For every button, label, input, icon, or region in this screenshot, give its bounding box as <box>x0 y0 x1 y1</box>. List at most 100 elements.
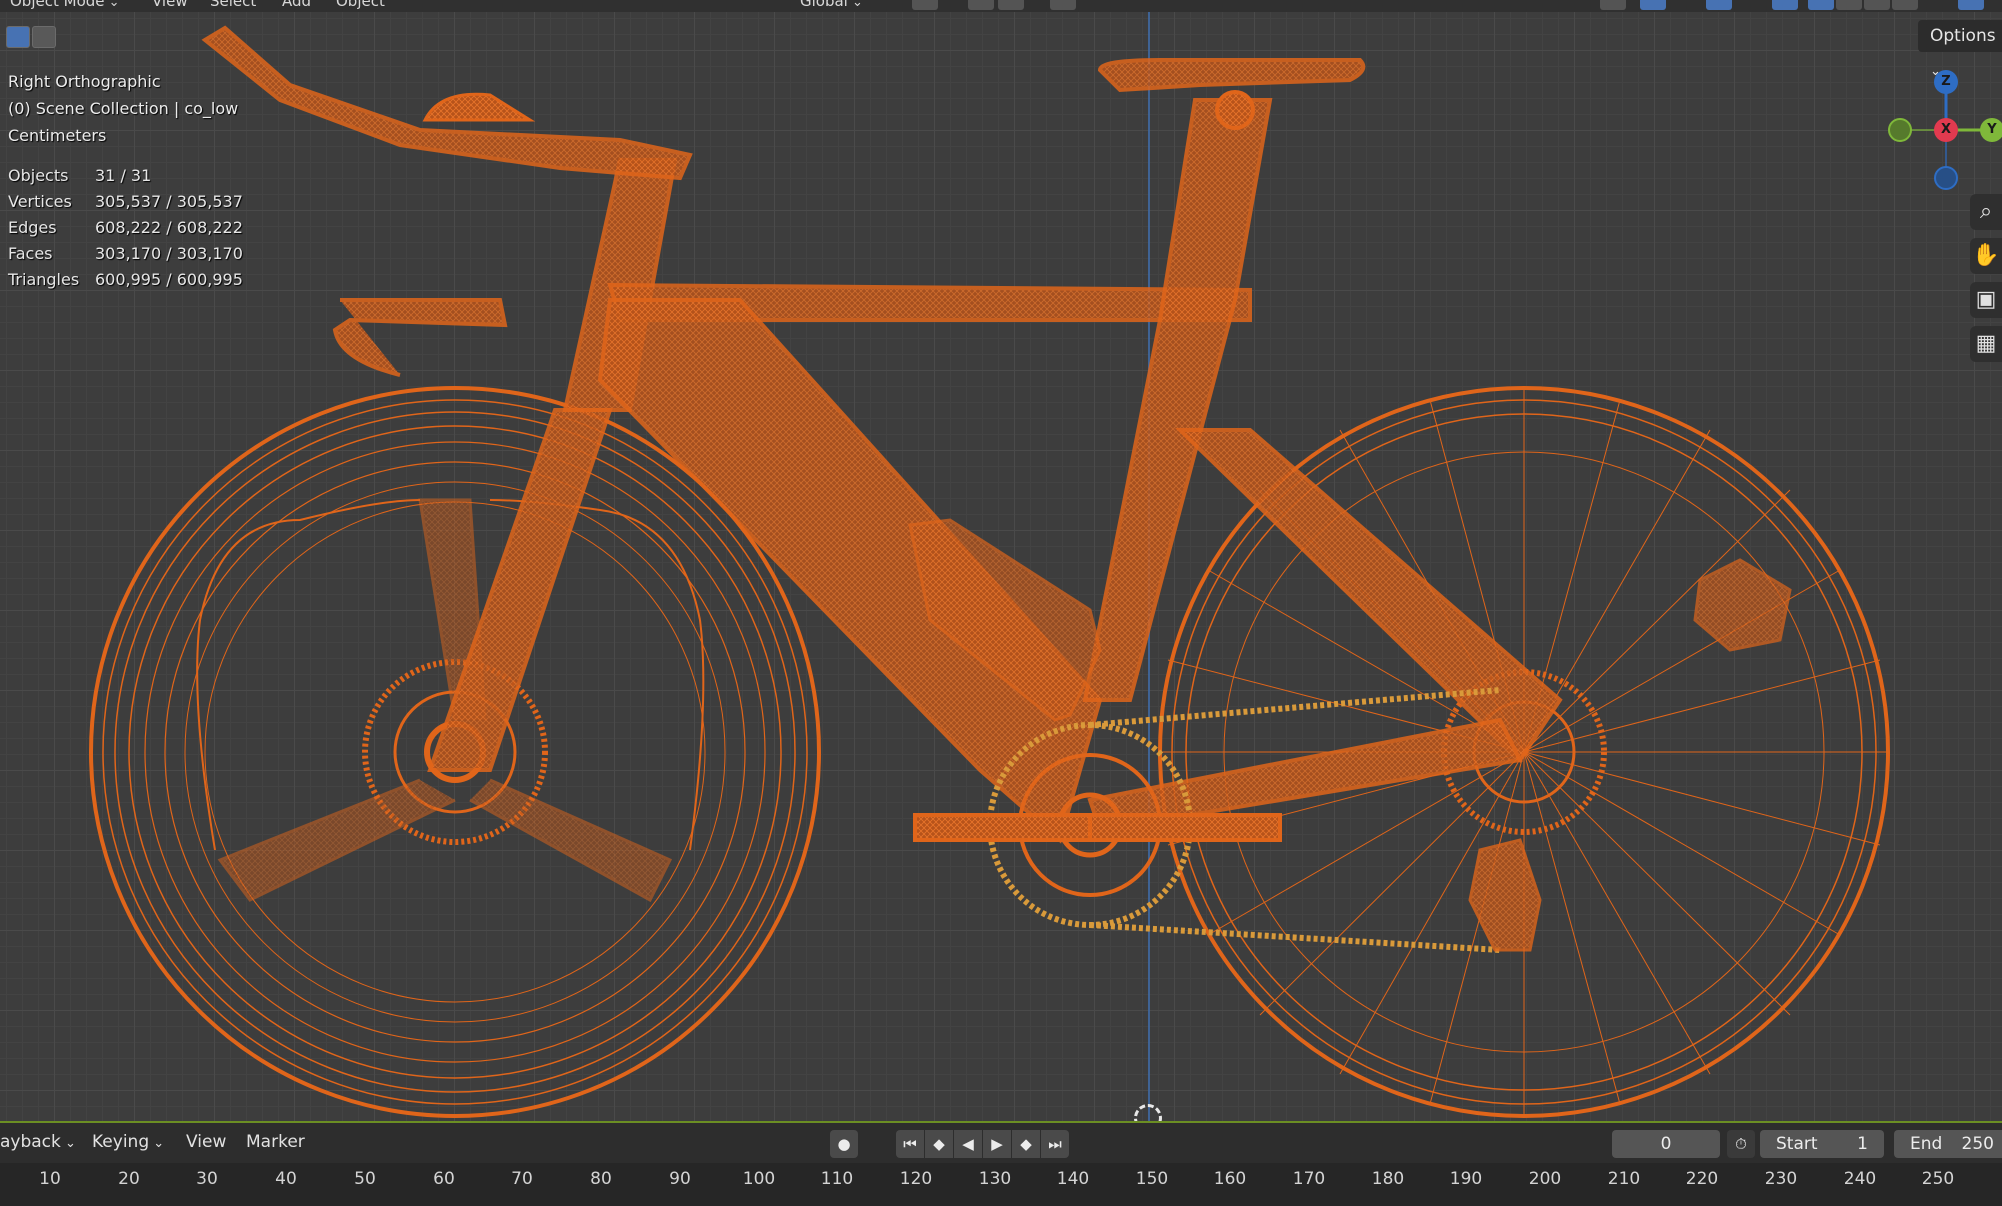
pan-hand-icon[interactable]: ✋ <box>1970 238 2002 274</box>
grid-icon[interactable]: ▦ <box>1970 326 2002 362</box>
camera-icon[interactable]: ▣ <box>1970 282 2002 318</box>
end-label: End <box>1910 1134 1943 1154</box>
gizmo-y-label: Y <box>1987 122 1997 137</box>
frame-tick: 90 <box>669 1169 691 1189</box>
stat-row: Vertices 305,537 / 305,537 <box>8 189 243 215</box>
end-value: 250 <box>1961 1134 1994 1154</box>
end-frame-field[interactable]: End 250 <box>1894 1130 2002 1158</box>
select-mode-toggles <box>6 26 56 50</box>
scene-statistics: Objects 31 / 31 Vertices 305,537 / 305,537… <box>8 163 243 293</box>
3d-viewport[interactable]: Right Orthographic (0) Scene Collection … <box>0 0 2002 1121</box>
frame-tick: 110 <box>820 1169 854 1189</box>
stat-label: Edges <box>8 218 57 237</box>
play-reverse-icon[interactable]: ◀ <box>954 1130 982 1158</box>
menu-view[interactable]: View <box>152 0 188 10</box>
transform-orientation-dropdown[interactable]: Global <box>800 0 863 10</box>
editor-type-icon[interactable] <box>1958 0 1984 10</box>
menu-add[interactable]: Add <box>282 0 311 10</box>
playback-menu[interactable]: ayback <box>0 1132 76 1152</box>
frame-tick: 130 <box>978 1169 1012 1189</box>
frame-tick: 140 <box>1056 1169 1090 1189</box>
shading-solid-icon[interactable] <box>1836 0 1862 10</box>
stat-label: Objects <box>8 166 69 185</box>
gizmo-toggle-icon[interactable] <box>1640 0 1666 10</box>
frame-tick: 220 <box>1685 1169 1719 1189</box>
frame-tick: 30 <box>196 1169 218 1189</box>
stat-value: 600,995 / 600,995 <box>95 270 243 289</box>
viewport-header: Object Mode View Select Add Object Globa… <box>0 0 2002 12</box>
select-new-toggle[interactable] <box>6 26 30 48</box>
frame-tick: 10 <box>39 1169 61 1189</box>
shading-wireframe-icon[interactable] <box>1808 0 1834 10</box>
pivot-icon[interactable] <box>912 0 938 10</box>
keying-menu[interactable]: Keying <box>92 1132 164 1152</box>
current-frame-field[interactable]: 0 <box>1612 1130 1720 1158</box>
view-menu[interactable]: View <box>186 1132 226 1152</box>
menu-select[interactable]: Select <box>210 0 256 10</box>
prev-keyframe-icon[interactable]: ◆ <box>925 1130 953 1158</box>
overlay-toggle-icon[interactable] <box>1706 0 1732 10</box>
stat-label: Faces <box>8 244 53 263</box>
stat-row: Faces 303,170 / 303,170 <box>8 241 243 267</box>
frame-tick: 240 <box>1843 1169 1877 1189</box>
shading-rendered-icon[interactable] <box>1892 0 1918 10</box>
gizmo-x-label: X <box>1940 122 1952 137</box>
stat-value: 303,170 / 303,170 <box>95 244 243 263</box>
frame-tick: 150 <box>1135 1169 1169 1189</box>
start-label: Start <box>1776 1134 1818 1154</box>
stat-row: Edges 608,222 / 608,222 <box>8 215 243 241</box>
play-icon[interactable]: ▶ <box>983 1130 1011 1158</box>
frame-tick: 120 <box>899 1169 933 1189</box>
stat-label: Triangles <box>8 270 80 289</box>
snap-target-icon[interactable] <box>998 0 1024 10</box>
jump-end-icon[interactable]: ⏭ <box>1041 1130 1069 1158</box>
frame-tick: 100 <box>742 1169 776 1189</box>
gizmo-x-axis[interactable]: X <box>1934 118 1958 142</box>
unit-system: Centimeters <box>8 126 107 145</box>
frame-tick: 190 <box>1449 1169 1483 1189</box>
stat-value: 305,537 / 305,537 <box>95 192 243 211</box>
frame-tick: 160 <box>1213 1169 1247 1189</box>
frame-tick: 200 <box>1528 1169 1562 1189</box>
zoom-icon[interactable]: ⌕ <box>1970 194 2002 230</box>
shading-material-icon[interactable] <box>1864 0 1890 10</box>
proportional-edit-icon[interactable] <box>1050 0 1076 10</box>
frame-tick: 250 <box>1921 1169 1955 1189</box>
stat-row: Objects 31 / 31 <box>8 163 243 189</box>
marker-menu[interactable]: Marker <box>246 1132 305 1152</box>
gizmo-y-axis[interactable]: Y <box>1980 118 2002 142</box>
record-icon[interactable]: ● <box>830 1130 858 1158</box>
gizmo-neg-y-axis[interactable] <box>1888 118 1912 142</box>
frame-tick: 170 <box>1292 1169 1326 1189</box>
jump-start-icon[interactable]: ⏮ <box>896 1130 924 1158</box>
next-keyframe-icon[interactable]: ◆ <box>1012 1130 1040 1158</box>
stopwatch-icon[interactable]: ⏱ <box>1727 1130 1755 1158</box>
start-frame-field[interactable]: Start 1 <box>1760 1130 1884 1158</box>
frame-tick: 80 <box>590 1169 612 1189</box>
menu-object[interactable]: Object <box>336 0 385 10</box>
viewport-info: Right Orthographic (0) Scene Collection … <box>8 68 238 149</box>
gizmo-z-label: Z <box>1941 74 1951 89</box>
stat-row: Triangles 600,995 / 600,995 <box>8 267 243 293</box>
start-value: 1 <box>1857 1134 1868 1154</box>
options-dropdown[interactable]: Options <box>1918 20 2002 52</box>
gizmo-neg-z-axis[interactable] <box>1934 166 1958 190</box>
frame-tick: 40 <box>275 1169 297 1189</box>
select-extend-toggle[interactable] <box>32 26 56 48</box>
frame-tick: 180 <box>1371 1169 1405 1189</box>
frame-tick: 60 <box>433 1169 455 1189</box>
frame-tick: 20 <box>118 1169 140 1189</box>
gizmo-z-axis[interactable]: Z <box>1934 70 1958 94</box>
bicycle-wireframe[interactable] <box>0 0 2002 1121</box>
navigation-gizmo[interactable]: Z X Y <box>1880 66 2002 196</box>
timeline-header: ayback Keying View Marker ● ⏮ ◆ ◀ ▶ ◆ ⏭ … <box>0 1121 2002 1165</box>
view-name: Right Orthographic <box>8 72 161 91</box>
collection-name: (0) Scene Collection | co_low <box>8 99 239 118</box>
options-label: Options <box>1930 26 1996 46</box>
xray-toggle-icon[interactable] <box>1772 0 1798 10</box>
stat-value: 31 / 31 <box>95 166 152 185</box>
snap-icon[interactable] <box>968 0 994 10</box>
timeline-ruler[interactable]: 10 20 30 40 50 60 70 80 90 100 110 120 1… <box>0 1163 2002 1206</box>
mode-dropdown[interactable]: Object Mode <box>10 0 120 10</box>
visibility-icon[interactable] <box>1600 0 1626 10</box>
